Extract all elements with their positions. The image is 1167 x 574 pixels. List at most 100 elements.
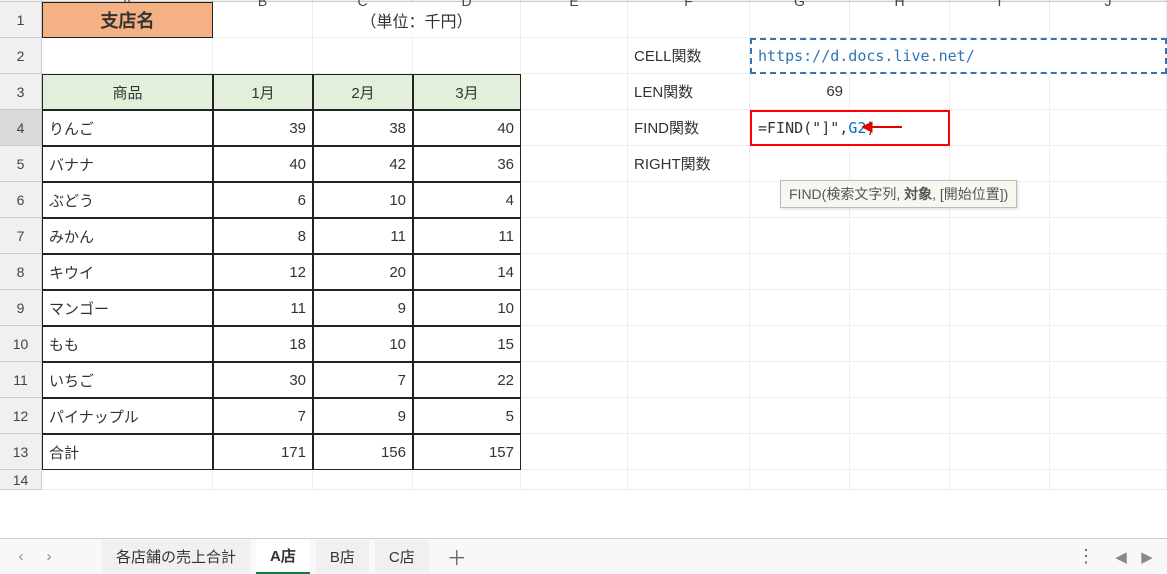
sheet-nav-left-icon[interactable]: ‹	[10, 546, 32, 568]
row-10[interactable]: 10	[0, 326, 42, 362]
table-row[interactable]: 5	[413, 398, 521, 434]
table-row[interactable]: 12	[213, 254, 313, 290]
cell-G2-url[interactable]: https://d.docs.live.net/	[750, 38, 1167, 74]
table-row[interactable]: 39	[213, 110, 313, 146]
table-row[interactable]: 11	[313, 218, 413, 254]
table-row[interactable]: 18	[213, 326, 313, 362]
cell-E9[interactable]	[521, 290, 628, 326]
table-row[interactable]: 40	[213, 146, 313, 182]
cell-J5[interactable]	[1050, 146, 1167, 182]
scroll-right-icon[interactable]: ▶	[1137, 548, 1157, 566]
cell-J8[interactable]	[1050, 254, 1167, 290]
cell-F12[interactable]	[628, 398, 750, 434]
table-header-m1[interactable]: 1月	[213, 74, 313, 110]
tab-b-store[interactable]: B店	[316, 540, 369, 573]
cell-F8[interactable]	[628, 254, 750, 290]
cell-I1[interactable]	[950, 2, 1050, 38]
table-row[interactable]: 10	[313, 326, 413, 362]
cell-F4-label[interactable]: FIND関数	[628, 110, 750, 146]
cell-H10[interactable]	[850, 326, 950, 362]
cell-F14[interactable]	[628, 470, 750, 490]
table-row[interactable]: 14	[413, 254, 521, 290]
table-header-m2[interactable]: 2月	[313, 74, 413, 110]
cell-H8[interactable]	[850, 254, 950, 290]
cell-H9[interactable]	[850, 290, 950, 326]
cell-J13[interactable]	[1050, 434, 1167, 470]
cell-G12[interactable]	[750, 398, 850, 434]
cell-F1[interactable]	[628, 2, 750, 38]
table-row[interactable]: もも	[42, 326, 213, 362]
table-row[interactable]: キウイ	[42, 254, 213, 290]
table-row[interactable]: 42	[313, 146, 413, 182]
cell-H7[interactable]	[850, 218, 950, 254]
cell-B14[interactable]	[213, 470, 313, 490]
tab-summary[interactable]: 各店舗の売上合計	[102, 540, 250, 573]
cell-H12[interactable]	[850, 398, 950, 434]
cell-I3[interactable]	[950, 74, 1050, 110]
table-row[interactable]: 11	[413, 218, 521, 254]
cell-D14[interactable]	[413, 470, 521, 490]
row-14[interactable]: 14	[0, 470, 42, 490]
cell-G13[interactable]	[750, 434, 850, 470]
table-header-m3[interactable]: 3月	[413, 74, 521, 110]
cell-J11[interactable]	[1050, 362, 1167, 398]
cell-G10[interactable]	[750, 326, 850, 362]
table-row[interactable]: 9	[313, 398, 413, 434]
table-row[interactable]: 157	[413, 434, 521, 470]
table-row[interactable]: りんご	[42, 110, 213, 146]
cell-F7[interactable]	[628, 218, 750, 254]
table-row[interactable]: 10	[313, 182, 413, 218]
table-row[interactable]: 36	[413, 146, 521, 182]
cell-E8[interactable]	[521, 254, 628, 290]
cell-B1[interactable]	[213, 2, 313, 38]
table-row[interactable]: 22	[413, 362, 521, 398]
table-row[interactable]: 11	[213, 290, 313, 326]
table-row[interactable]: 4	[413, 182, 521, 218]
tab-c-store[interactable]: C店	[375, 540, 429, 573]
sheet-nav-right-icon[interactable]: ›	[38, 546, 60, 568]
table-row[interactable]: 10	[413, 290, 521, 326]
cell-G8[interactable]	[750, 254, 850, 290]
cell-F2-label[interactable]: CELL関数	[628, 38, 750, 74]
cell-I4[interactable]	[950, 110, 1050, 146]
row-5[interactable]: 5	[0, 146, 42, 182]
table-row[interactable]: 40	[413, 110, 521, 146]
cell-G7[interactable]	[750, 218, 850, 254]
row-8[interactable]: 8	[0, 254, 42, 290]
cell-H5[interactable]	[850, 146, 950, 182]
cell-D2[interactable]	[413, 38, 521, 74]
table-row[interactable]: 8	[213, 218, 313, 254]
cell-I13[interactable]	[950, 434, 1050, 470]
cell-A2[interactable]	[42, 38, 213, 74]
cell-J1[interactable]	[1050, 2, 1167, 38]
cell-E13[interactable]	[521, 434, 628, 470]
row-4[interactable]: 4	[0, 110, 42, 146]
cell-J10[interactable]	[1050, 326, 1167, 362]
cell-F6[interactable]	[628, 182, 750, 218]
cell-H1[interactable]	[850, 2, 950, 38]
cell-I5[interactable]	[950, 146, 1050, 182]
cell-G3-value[interactable]: 69	[750, 74, 850, 110]
table-row[interactable]: パイナップル	[42, 398, 213, 434]
more-icon[interactable]: ⋮	[1067, 546, 1105, 567]
tab-a-store[interactable]: A店	[256, 539, 310, 574]
table-row[interactable]: みかん	[42, 218, 213, 254]
cell-CD1-unit[interactable]: （単位：千円）	[313, 2, 521, 38]
cell-G14[interactable]	[750, 470, 850, 490]
cell-G9[interactable]	[750, 290, 850, 326]
cell-J14[interactable]	[1050, 470, 1167, 490]
row-3[interactable]: 3	[0, 74, 42, 110]
cell-F3-label[interactable]: LEN関数	[628, 74, 750, 110]
cell-J9[interactable]	[1050, 290, 1167, 326]
table-row[interactable]: ぶどう	[42, 182, 213, 218]
cell-F11[interactable]	[628, 362, 750, 398]
table-row[interactable]: 38	[313, 110, 413, 146]
cell-E10[interactable]	[521, 326, 628, 362]
table-row[interactable]: 6	[213, 182, 313, 218]
row-1[interactable]: 1	[0, 2, 42, 38]
cell-H3[interactable]	[850, 74, 950, 110]
table-row[interactable]: いちご	[42, 362, 213, 398]
cell-I7[interactable]	[950, 218, 1050, 254]
cell-E7[interactable]	[521, 218, 628, 254]
table-header-product[interactable]: 商品	[42, 74, 213, 110]
